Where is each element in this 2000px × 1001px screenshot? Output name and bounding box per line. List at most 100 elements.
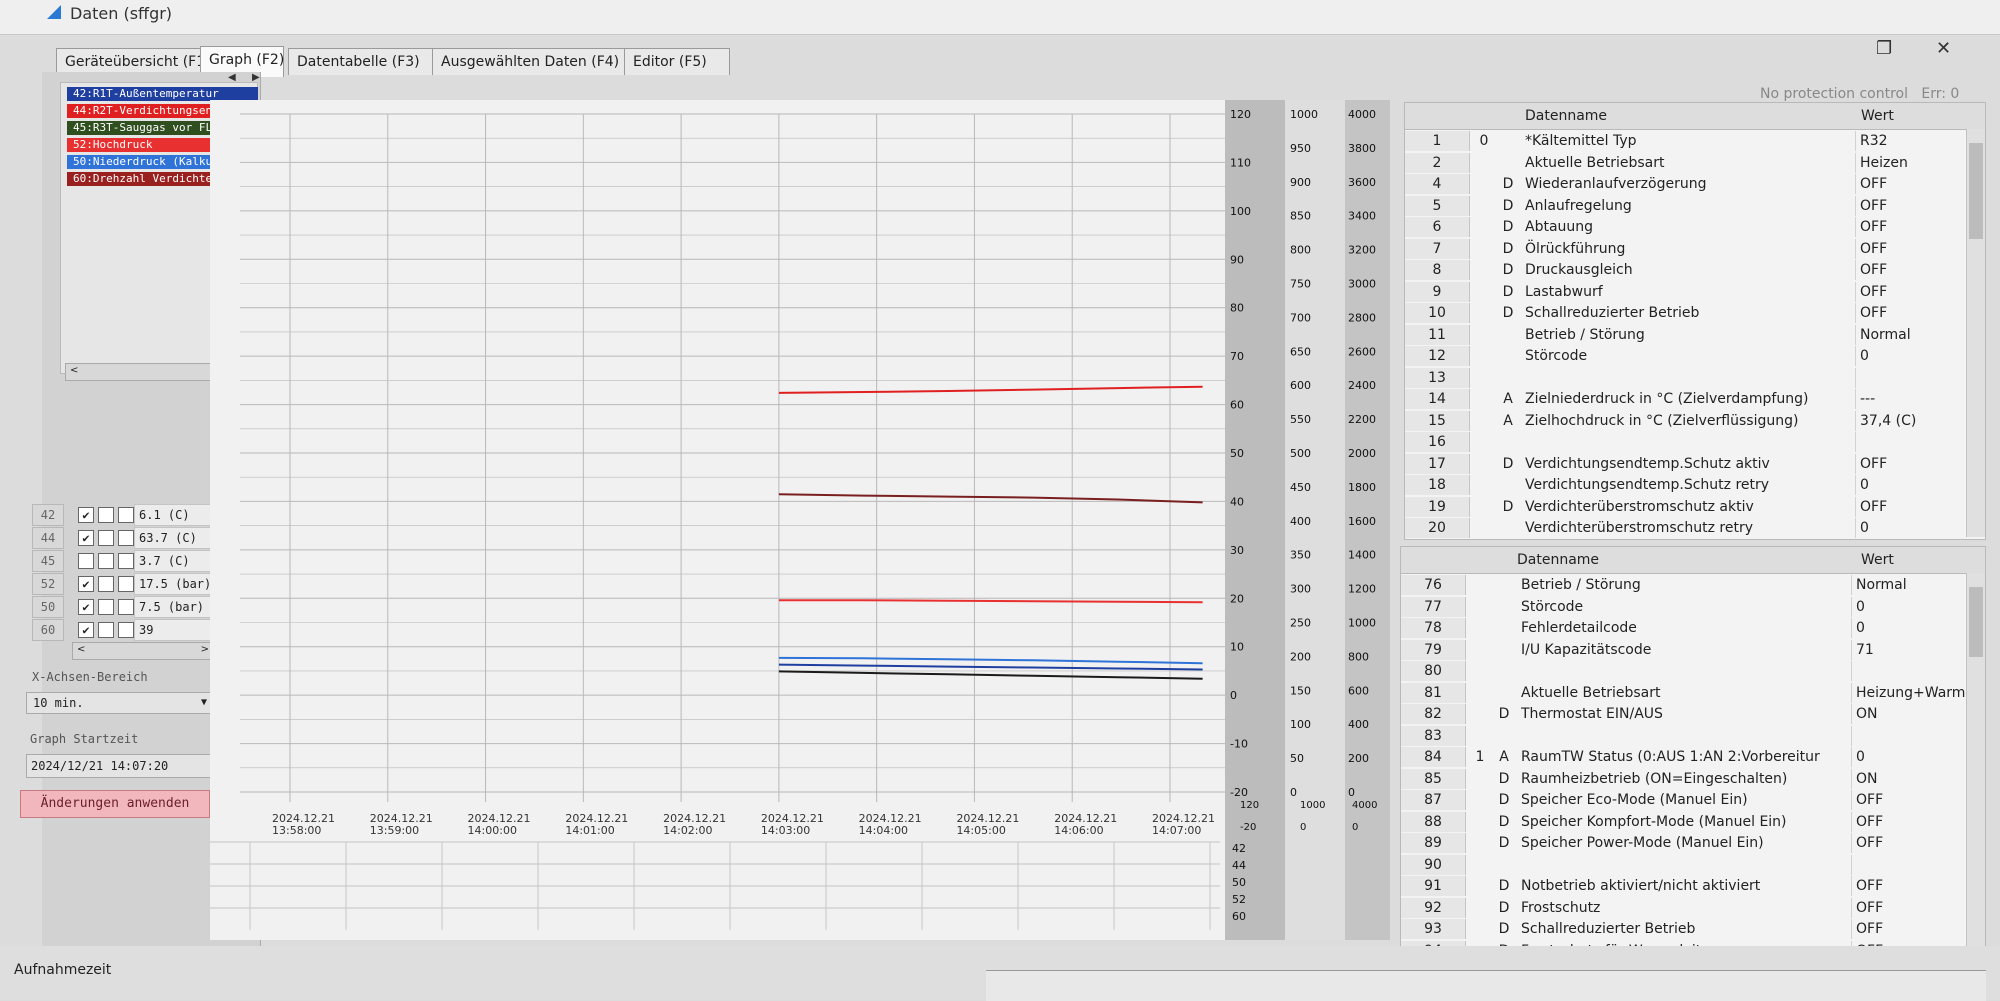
channel-visible-checkbox[interactable]: ✔ xyxy=(78,530,94,546)
table-row[interactable]: 79 I/U Kapazitätscode 71 xyxy=(1401,639,1985,660)
table-row[interactable]: 93 D Schallreduzierter Betrieb OFF xyxy=(1401,919,1985,939)
y3-tick-label: 1200 xyxy=(1348,583,1376,596)
table-row[interactable]: 1 0 *Kältemittel Typ R32 xyxy=(1405,131,1985,151)
axis-max-label[interactable]: 120 xyxy=(1240,800,1259,811)
row-flag xyxy=(1467,597,1493,617)
row-flag xyxy=(1471,217,1497,237)
y2-tick-label: 850 xyxy=(1290,210,1311,223)
channel-option-checkbox[interactable] xyxy=(98,530,114,546)
table-row[interactable]: 76 Betrieb / Störung Normal xyxy=(1401,575,1985,595)
y2-tick-label: 500 xyxy=(1290,447,1311,460)
header-wert[interactable]: Wert xyxy=(1861,106,1894,126)
table-row[interactable]: 16 xyxy=(1405,432,1985,452)
channel-option-checkbox[interactable] xyxy=(98,553,114,569)
channel-value: 39 xyxy=(134,619,216,641)
table-row[interactable]: 20 Verdichterüberstromschutz retry 0 xyxy=(1405,518,1985,538)
scroll-thumb[interactable] xyxy=(1969,143,1983,239)
data-table-bottom: Datenname Wert 76 Betrieb / Störung Normal… xyxy=(1400,546,1986,978)
xrange-select[interactable]: 10 min. ▼ xyxy=(26,692,214,714)
table-row[interactable]: 78 Fehlerdetailcode 0 xyxy=(1401,618,1985,638)
close-icon[interactable]: ✕ xyxy=(1936,38,1951,59)
channel-visible-checkbox[interactable]: ✔ xyxy=(78,507,94,523)
table-row[interactable]: 77 Störcode 0 xyxy=(1401,596,1985,617)
channel-option-checkbox[interactable] xyxy=(98,622,114,638)
v-scrollbar[interactable] xyxy=(1966,129,1985,537)
table-row[interactable]: 2 Aktuelle Betriebsart Heizen xyxy=(1405,152,1985,173)
tab-ausgewaehlten-daten[interactable]: Ausgewählten Daten (F4) xyxy=(432,48,632,75)
table-row[interactable]: 18 Verdichtungsendtemp.Schutz retry 0 xyxy=(1405,475,1985,495)
table-row[interactable]: 84 1 A RaumTW Status (0:AUS 1:AN 2:Vorberei… xyxy=(1401,747,1985,767)
channel-option-checkbox[interactable] xyxy=(98,599,114,615)
table-row[interactable]: 14 A Zielniederdruck in °C (Zielverdampfun… xyxy=(1405,389,1985,409)
row-value: OFF xyxy=(1855,174,1978,194)
table-row[interactable]: 4 D Wiederanlaufverzögerung OFF xyxy=(1405,174,1985,194)
row-type xyxy=(1497,325,1519,345)
table-row[interactable]: 17 D Verdichtungsendtemp.Schutz aktiv OFF xyxy=(1405,453,1985,474)
scroll-right-icon[interactable]: > xyxy=(201,644,209,655)
table-row[interactable]: 11 Betrieb / Störung Normal xyxy=(1405,324,1985,345)
channel-visible-checkbox[interactable]: ✔ xyxy=(78,576,94,592)
channel-h-scrollbar[interactable]: < > xyxy=(72,642,214,660)
legend-item[interactable]: 42:R1T-Außentemperatur xyxy=(67,87,258,101)
tab-geraeteuebersicht[interactable]: Geräteübersicht (F1) xyxy=(56,48,211,75)
channel-visible-checkbox[interactable]: ✔ xyxy=(78,599,94,615)
table-row[interactable]: 82 D Thermostat EIN/AUS ON xyxy=(1401,704,1985,724)
axis-min-label[interactable]: 0 xyxy=(1300,822,1306,833)
table-row[interactable]: 88 D Speicher Kompfort-Mode (Manuel Ein) OF… xyxy=(1401,811,1985,832)
scroll-thumb[interactable] xyxy=(1969,587,1983,657)
header-wert[interactable]: Wert xyxy=(1861,550,1894,570)
table-row[interactable]: 10 D Schallreduzierter Betrieb OFF xyxy=(1405,303,1985,323)
table-row[interactable]: 87 D Speicher Eco-Mode (Manuel Ein) OFF xyxy=(1401,790,1985,810)
channel-option-checkbox[interactable] xyxy=(118,530,134,546)
scroll-left-icon[interactable]: < xyxy=(70,365,78,376)
table-row[interactable]: 83 xyxy=(1401,725,1985,746)
channel-option-checkbox[interactable] xyxy=(118,553,134,569)
axis-min-label[interactable]: 0 xyxy=(1352,822,1358,833)
table-row[interactable]: 8 D Druckausgleich OFF xyxy=(1405,260,1985,280)
table-row[interactable]: 5 D Anlaufregelung OFF xyxy=(1405,195,1985,216)
table-row[interactable]: 7 D Ölrückführung OFF xyxy=(1405,238,1985,259)
y2-tick-label: 650 xyxy=(1290,345,1311,358)
row-number: 20 xyxy=(1405,518,1470,538)
channel-option-checkbox[interactable] xyxy=(98,507,114,523)
row-flag xyxy=(1467,790,1493,810)
axis-min-label[interactable]: -20 xyxy=(1240,822,1256,833)
table-row[interactable]: 91 D Notbetrieb aktiviert/nicht aktiviert O… xyxy=(1401,876,1985,896)
channel-option-checkbox[interactable] xyxy=(118,622,134,638)
channel-option-checkbox[interactable] xyxy=(118,507,134,523)
maximize-icon[interactable]: ❐ xyxy=(1876,38,1892,59)
channel-option-checkbox[interactable] xyxy=(98,576,114,592)
tab-datentabelle[interactable]: Datentabelle (F3) xyxy=(288,48,442,75)
graph-start-input[interactable]: 2024/12/21 14:07:20 xyxy=(26,754,212,778)
row-type: A xyxy=(1503,391,1513,407)
header-datenname[interactable]: Datenname xyxy=(1517,550,1599,570)
apply-changes-button[interactable]: Änderungen anwenden xyxy=(20,790,210,818)
table-row[interactable]: 6 D Abtauung OFF xyxy=(1405,217,1985,237)
axis-max-label[interactable]: 4000 xyxy=(1352,800,1377,811)
channel-option-checkbox[interactable] xyxy=(118,576,134,592)
table-row[interactable]: 15 A Zielhochdruck in °C (Zielverflüssigun… xyxy=(1405,410,1985,431)
table-row[interactable]: 19 D Verdichterüberstromschutz aktiv OFF xyxy=(1405,496,1985,517)
channel-option-checkbox[interactable] xyxy=(118,599,134,615)
channel-visible-checkbox[interactable] xyxy=(78,553,94,569)
table-row[interactable]: 9 D Lastabwurf OFF xyxy=(1405,281,1985,302)
table-row[interactable]: 80 xyxy=(1401,661,1985,681)
table-row[interactable]: 90 xyxy=(1401,854,1985,875)
header-datenname[interactable]: Datenname xyxy=(1525,106,1607,126)
table-row[interactable]: 12 Störcode 0 xyxy=(1405,346,1985,366)
table-row[interactable]: 89 D Speicher Power-Mode (Manuel Ein) OFF xyxy=(1401,833,1985,853)
table-row[interactable]: 81 Aktuelle Betriebsart Heizung+Warmw xyxy=(1401,682,1985,703)
row-value: OFF xyxy=(1851,919,1974,939)
axis-max-label[interactable]: 1000 xyxy=(1300,800,1325,811)
scroll-left-icon[interactable]: < xyxy=(77,644,85,655)
row-type xyxy=(1497,368,1519,388)
app-icon xyxy=(47,5,61,19)
table-row[interactable]: 92 D Frostschutz OFF xyxy=(1401,897,1985,918)
channel-visible-checkbox[interactable]: ✔ xyxy=(78,622,94,638)
row-value xyxy=(1855,367,1978,388)
table-row[interactable]: 13 xyxy=(1405,367,1985,388)
y3-tick-label: 2400 xyxy=(1348,379,1376,392)
v-scrollbar[interactable] xyxy=(1966,573,1985,975)
tab-editor[interactable]: Editor (F5) xyxy=(624,48,730,75)
table-row[interactable]: 85 D Raumheizbetrieb (ON=Eingeschalten) ON xyxy=(1401,768,1985,789)
